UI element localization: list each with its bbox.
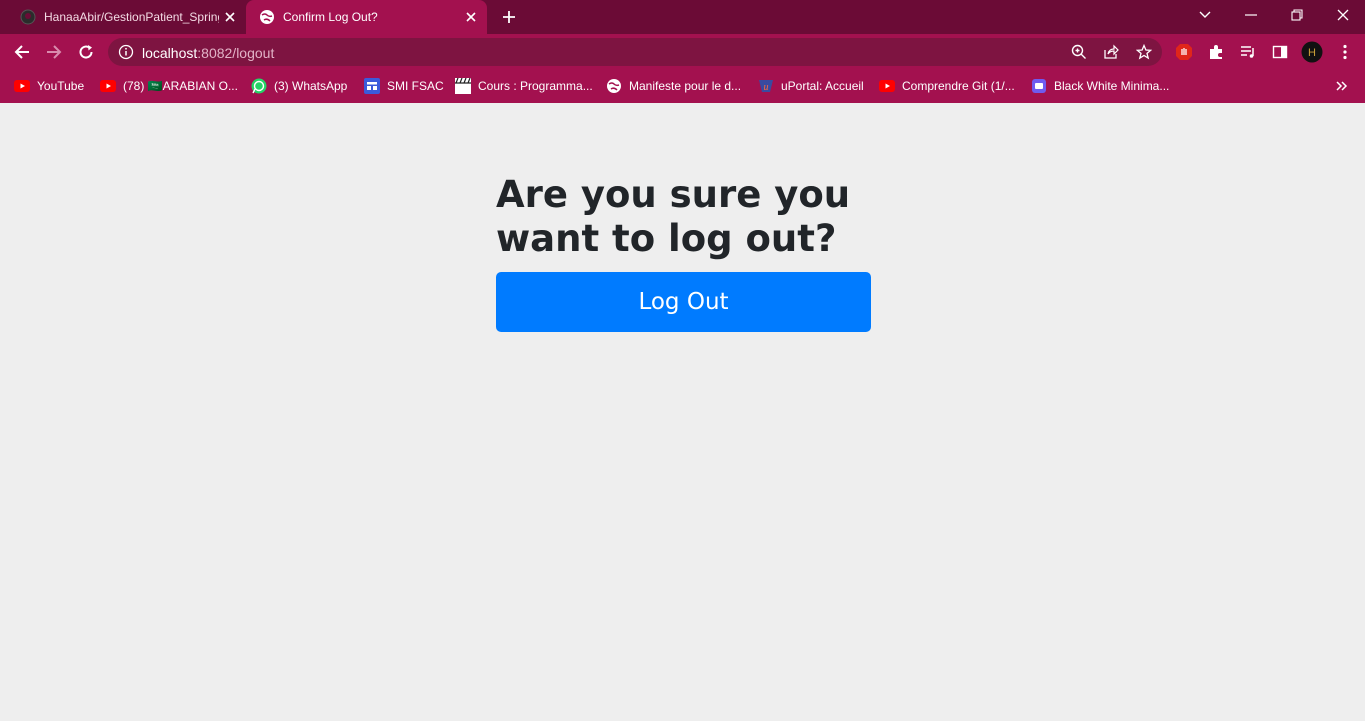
side-panel-icon bbox=[1272, 45, 1288, 59]
minimize-icon bbox=[1245, 14, 1257, 16]
forward-button[interactable] bbox=[42, 40, 66, 64]
restore-icon bbox=[1291, 9, 1303, 21]
bookmark-cours[interactable]: Cours : Programma... bbox=[455, 75, 593, 97]
uportal-icon: u bbox=[758, 78, 774, 94]
bookmark-youtube[interactable]: YouTube bbox=[14, 75, 84, 97]
minimize-button[interactable] bbox=[1231, 0, 1271, 30]
bookmark-whatsapp[interactable]: (3) WhatsApp bbox=[251, 75, 347, 97]
media-controls-button[interactable] bbox=[1236, 40, 1260, 64]
url-host: localhost bbox=[142, 45, 198, 61]
bookmark-label: Comprendre Git (1/... bbox=[902, 79, 1015, 93]
bookmark-label: Black White Minima... bbox=[1054, 79, 1170, 93]
bookmark-arabian[interactable]: (78) 🇸🇦ARABIAN O... bbox=[100, 75, 238, 97]
bookmark-label: Manifeste pour le d... bbox=[629, 79, 742, 93]
url-path: :8082/logout bbox=[197, 45, 275, 61]
globe-icon bbox=[259, 9, 275, 25]
logout-button[interactable]: Log Out bbox=[496, 272, 871, 332]
tab-strip: HanaaAbir/GestionPatient_Spring Confirm … bbox=[0, 0, 1365, 34]
info-icon[interactable] bbox=[118, 44, 134, 60]
adblock-extension-button[interactable] bbox=[1172, 40, 1196, 64]
share-icon[interactable] bbox=[1102, 43, 1120, 61]
bookmark-black-white[interactable]: Black White Minima... bbox=[1031, 75, 1169, 97]
menu-button[interactable] bbox=[1333, 40, 1357, 64]
profile-initial: H bbox=[1308, 47, 1316, 59]
bookmark-label: YouTube bbox=[37, 79, 85, 93]
close-icon[interactable] bbox=[222, 9, 238, 25]
close-icon[interactable] bbox=[463, 9, 479, 25]
new-tab-button[interactable] bbox=[498, 7, 520, 27]
bookmark-label: Cours : Programma... bbox=[478, 79, 593, 93]
youtube-icon bbox=[879, 78, 895, 94]
hand-stop-icon bbox=[1176, 44, 1192, 60]
address-bar[interactable]: localhost:8082/logout bbox=[108, 38, 1162, 66]
bookmark-label: (78) 🇸🇦ARABIAN O... bbox=[123, 79, 238, 93]
chevron-double-right-icon bbox=[1336, 81, 1348, 91]
page-title: Are you sure you want to log out? bbox=[496, 173, 851, 260]
zoom-icon[interactable] bbox=[1070, 43, 1088, 61]
close-icon bbox=[1337, 9, 1349, 21]
plus-icon bbox=[503, 11, 515, 23]
puzzle-icon bbox=[1210, 45, 1222, 59]
browser-toolbar: localhost:8082/logout H bbox=[0, 34, 1365, 70]
whatsapp-icon bbox=[251, 78, 267, 94]
bookmark-smi-fsac[interactable]: SMI FSAC bbox=[364, 75, 444, 97]
avatar: H bbox=[1301, 41, 1323, 63]
back-button[interactable] bbox=[10, 40, 34, 64]
tab-github[interactable]: HanaaAbir/GestionPatient_Spring bbox=[0, 0, 246, 34]
bookmark-comprendre-git[interactable]: Comprendre Git (1/... bbox=[879, 75, 1015, 97]
youtube-icon bbox=[14, 78, 30, 94]
arrow-right-icon bbox=[47, 45, 62, 59]
reload-icon bbox=[79, 45, 93, 59]
arrow-left-icon bbox=[14, 45, 29, 59]
tab-title: Confirm Log Out? bbox=[283, 10, 378, 24]
star-icon[interactable] bbox=[1135, 43, 1153, 61]
bookmark-manifeste[interactable]: Manifeste pour le d... bbox=[606, 75, 741, 97]
tab-title: HanaaAbir/GestionPatient_Spring bbox=[44, 10, 219, 24]
restore-button[interactable] bbox=[1277, 0, 1317, 30]
tab-confirm-logout[interactable]: Confirm Log Out? bbox=[246, 0, 487, 34]
more-bookmarks-button[interactable] bbox=[1336, 75, 1348, 97]
bookmark-label: SMI FSAC bbox=[387, 79, 444, 93]
youtube-icon bbox=[100, 78, 116, 94]
playlist-icon bbox=[1241, 46, 1254, 58]
bookmarks-bar: YouTube (78) 🇸🇦ARABIAN O... (3) WhatsApp… bbox=[0, 70, 1365, 103]
kebab-menu-icon bbox=[1343, 44, 1347, 60]
bookmark-uportal[interactable]: u uPortal: Accueil bbox=[758, 75, 864, 97]
profile-button[interactable]: H bbox=[1300, 40, 1324, 64]
close-window-button[interactable] bbox=[1323, 0, 1363, 30]
canva-icon bbox=[1031, 78, 1047, 94]
url-text[interactable]: localhost:8082/logout bbox=[142, 45, 274, 61]
extensions-button[interactable] bbox=[1204, 40, 1228, 64]
side-panel-button[interactable] bbox=[1268, 40, 1292, 64]
page-content: Are you sure you want to log out? Log Ou… bbox=[0, 103, 1365, 721]
chevron-down-icon bbox=[1199, 11, 1211, 18]
bookmark-label: (3) WhatsApp bbox=[274, 79, 348, 93]
tab-search-button[interactable] bbox=[1185, 0, 1225, 30]
globe-icon bbox=[606, 78, 622, 94]
site-icon bbox=[364, 78, 380, 94]
bookmark-label: uPortal: Accueil bbox=[781, 79, 864, 93]
reload-button[interactable] bbox=[74, 40, 98, 64]
clapper-icon bbox=[455, 78, 471, 94]
github-icon bbox=[20, 9, 36, 25]
svg-text:u: u bbox=[764, 82, 769, 93]
